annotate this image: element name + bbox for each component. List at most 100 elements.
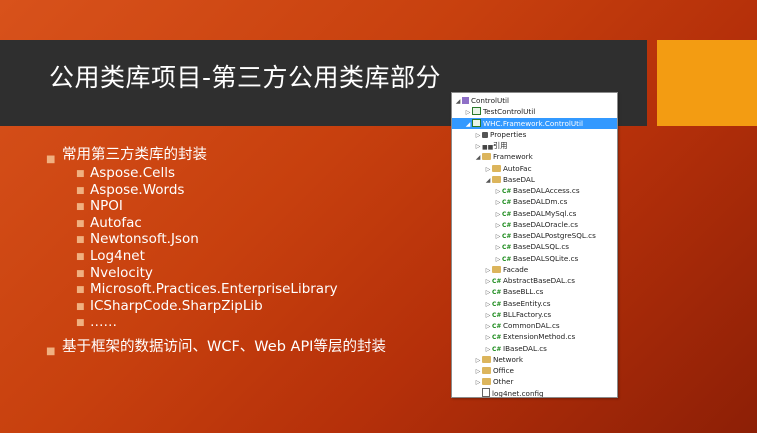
tree-node-label: 引用 xyxy=(493,141,508,150)
tree-node-label: WHC.Framework.ControlUtil xyxy=(483,118,583,128)
tree-node-label: BaseDALSQLite.cs xyxy=(513,253,579,263)
wrench-icon xyxy=(482,131,488,138)
bullet-icon: ■ xyxy=(76,235,85,246)
config-file-icon xyxy=(482,387,490,397)
sub-bullet-item: ■ …… xyxy=(46,314,386,331)
tree-node-label: log4net.config xyxy=(492,388,544,398)
sub-bullet-text: Aspose.Cells xyxy=(90,165,175,181)
folder-icon xyxy=(492,175,501,183)
sub-bullet-item: ■ Newtonsoft.Json xyxy=(46,231,386,248)
bullet-icon: ■ xyxy=(76,268,85,279)
sub-bullet-text: Autofac xyxy=(90,214,142,231)
folder-icon xyxy=(482,153,491,161)
tree-node-label: Network xyxy=(493,354,524,364)
sub-bullet-item: ■ Nvelocity xyxy=(46,265,386,282)
tree-node[interactable]: ▷ C# BaseDALSQL.cs xyxy=(452,241,617,252)
tree-node-label: AutoFac xyxy=(503,163,532,173)
folder-icon xyxy=(492,265,501,273)
tree-node[interactable]: ◢ WHC.Framework.ControlUtil xyxy=(452,117,617,129)
tree-node-label: Other xyxy=(493,377,514,387)
tree-node-label: BaseDALMySql.cs xyxy=(513,208,577,218)
bullet-icon: ■ xyxy=(46,345,56,357)
tree-node[interactable]: ▷ C# BaseDALOracle.cs xyxy=(452,219,617,230)
tree-node-label: ExtensionMethod.cs xyxy=(503,332,576,342)
tree-node[interactable]: ▷ C# BaseDALMySql.cs xyxy=(452,208,617,219)
sub-bullet-text: Aspose.Words xyxy=(90,181,185,198)
bullet-list: ■ 常用第三方类库的封装 ■ Aspose.Cells ■ Aspose.Words… xyxy=(46,146,386,357)
tree-node-label: IBaseDAL.cs xyxy=(503,343,547,353)
tree-node[interactable]: ▷ C# AbstractBaseDAL.cs xyxy=(452,275,617,286)
bullet-text: 常用第三方类库的封装 xyxy=(62,147,207,163)
tree-node[interactable]: ▷ C# BaseDALSQLite.cs xyxy=(452,253,617,264)
tree-node[interactable]: log4net.config xyxy=(452,387,617,398)
sub-bullet-item: ■ Log4net xyxy=(46,248,386,265)
tree-node[interactable]: ▷ C# BaseBLL.cs xyxy=(452,286,617,297)
tree-node[interactable]: ▷ AutoFac xyxy=(452,163,617,174)
tree-node[interactable]: ▷ C# IBaseDAL.cs xyxy=(452,343,617,354)
bullet-icon: ■ xyxy=(76,318,85,329)
tree-node-label: BaseDAL xyxy=(503,174,535,184)
sub-bullet-text: …… xyxy=(90,314,117,331)
sub-bullet-text: Microsoft.Practices.EnterpriseLibrary xyxy=(90,281,338,298)
bullet-icon: ■ xyxy=(76,251,85,262)
tree-node[interactable]: ▷ TestControlUtil xyxy=(452,106,617,117)
project-icon xyxy=(472,107,481,116)
slide: 公用类库项目-第三方公用类库部分 ■ 常用第三方类库的封装 ■ Aspose.Ce… xyxy=(0,0,757,433)
bullet-icon: ■ xyxy=(76,185,85,196)
tree-node[interactable]: ◢ BaseDAL xyxy=(452,174,617,185)
tree-node-label: Office xyxy=(493,366,514,375)
tree-node-label: ControlUtil xyxy=(471,96,510,105)
tree-node[interactable]: ▷ Other xyxy=(452,376,617,387)
slide-title: 公用类库项目-第三方公用类库部分 xyxy=(49,63,442,92)
tree-node[interactable]: ◢ ControlUtil xyxy=(452,95,617,106)
tree-node[interactable]: ▷ C# BaseDALDm.cs xyxy=(452,196,617,207)
tree-node[interactable]: ▷ C# ExtensionMethod.cs xyxy=(452,331,617,342)
sub-bullet-text: Log4net xyxy=(90,247,145,264)
solution-explorer-tree: ◢ ControlUtil ▷ TestControlUtil ◢ WHC.Framewo… xyxy=(451,92,618,398)
bullet-icon: ■ xyxy=(76,169,85,179)
tree-node-label: BaseBLL.cs xyxy=(503,287,544,297)
bullet-icon: ■ xyxy=(76,202,85,213)
sub-bullet-item: ■ ICSharpCode.SharpZipLib xyxy=(46,298,386,315)
tree-node-label: Facade xyxy=(503,264,529,274)
accent-box xyxy=(657,40,757,126)
tree-node[interactable]: ▷ Office xyxy=(452,365,617,376)
tree-node[interactable]: ▷ Facade xyxy=(452,264,617,275)
folder-icon xyxy=(482,378,491,386)
tree-node-label: BaseEntity.cs xyxy=(503,298,551,308)
tree-node[interactable]: ▷ C# CommonDAL.cs xyxy=(452,320,617,331)
folder-icon xyxy=(482,367,491,374)
tree-node[interactable]: ▷ C# BLLFactory.cs xyxy=(452,309,617,320)
bullet-text: 基于框架的数据访问、WCF、Web API等层的封装 xyxy=(62,338,386,355)
tree-node[interactable]: ▷ Properties xyxy=(452,129,617,140)
tree-node-label: TestControlUtil xyxy=(483,107,536,117)
tree-node-label: Framework xyxy=(493,152,533,162)
bullet-item: ■ 基于框架的数据访问、WCF、Web API等层的封装 xyxy=(46,338,386,357)
bullet-icon: ■ xyxy=(76,285,85,296)
tree-node[interactable]: ▷ C# BaseDALPostgreSQL.cs xyxy=(452,230,617,241)
tree-node[interactable]: ▷ Network xyxy=(452,354,617,365)
sub-bullet-text: ICSharpCode.SharpZipLib xyxy=(90,297,263,314)
folder-icon xyxy=(492,164,501,172)
project-icon xyxy=(472,118,481,127)
sub-bullet-text: Nvelocity xyxy=(90,264,153,281)
sub-bullet-item: ■ Microsoft.Practices.EnterpriseLibrary xyxy=(46,281,386,298)
tree-node-label: Properties xyxy=(490,129,527,139)
bullet-icon: ■ xyxy=(76,301,85,312)
tree-node[interactable]: ◢ Framework xyxy=(452,151,617,162)
sub-bullet-item: ■ NPOI xyxy=(46,198,386,215)
tree-node[interactable]: ▷ C# BaseEntity.cs xyxy=(452,298,617,309)
bullet-item: ■ 常用第三方类库的封装 xyxy=(46,146,386,165)
sub-bullet-item: ■ Aspose.Cells xyxy=(46,165,386,182)
tree-node-label: BaseDALDm.cs xyxy=(513,197,568,207)
solution-icon xyxy=(462,97,469,104)
tree-node-label: BaseDALAccess.cs xyxy=(513,186,580,195)
folder-icon xyxy=(482,355,491,363)
sub-bullet-text: Newtonsoft.Json xyxy=(90,231,199,248)
tree-node-label: AbstractBaseDAL.cs xyxy=(503,276,575,285)
bullet-icon: ■ xyxy=(76,218,85,229)
tree-node[interactable]: ▷ ■■引用 xyxy=(452,140,617,151)
tree-node-label: BaseDALOracle.cs xyxy=(513,219,578,229)
sub-bullet-item: ■ Autofac xyxy=(46,215,386,232)
tree-node[interactable]: ▷ C# BaseDALAccess.cs xyxy=(452,185,617,196)
